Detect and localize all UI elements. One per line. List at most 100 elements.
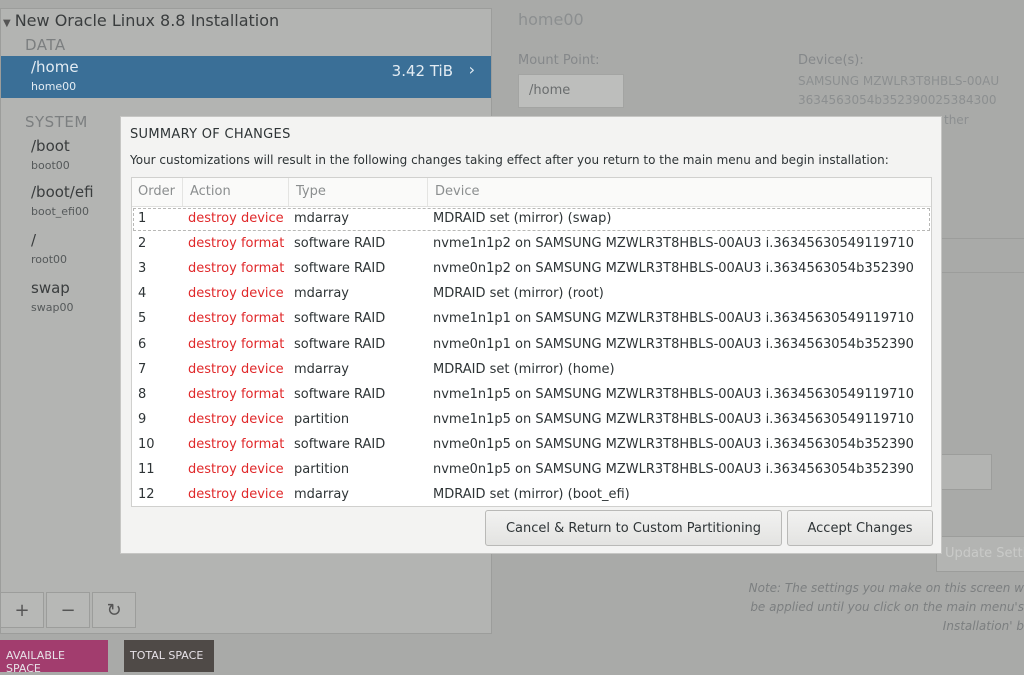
selected-device-title: home00 xyxy=(518,10,584,29)
column-separator xyxy=(182,178,183,206)
refresh-icon[interactable]: ↻ xyxy=(92,592,136,628)
table-row[interactable]: 5 destroy format software RAID nvme1n1p1 on… xyxy=(132,307,931,332)
mount-point-label: swap xyxy=(31,279,70,297)
mount-point-input[interactable]: /home xyxy=(518,74,624,108)
type-cell: software RAID xyxy=(294,261,386,277)
action-cell: destroy format xyxy=(188,386,285,402)
type-cell: software RAID xyxy=(294,311,386,327)
device-label: boot00 xyxy=(31,159,70,172)
note-line-3: Installation' b xyxy=(942,619,1024,633)
order-cell: 8 xyxy=(138,386,147,402)
device-cell: MDRAID set (mirror) (home) xyxy=(433,361,615,377)
device-name-text: SAMSUNG MZWLR3T8HBLS-00AU xyxy=(798,74,1000,88)
device-label: swap00 xyxy=(31,301,74,314)
device-cell: nvme1n1p5 on SAMSUNG MZWLR3T8HBLS-00AU3 … xyxy=(433,386,914,402)
cancel-return-button[interactable]: Cancel & Return to Custom Partitioning xyxy=(485,510,782,546)
mount-point-label: / xyxy=(31,231,37,249)
total-space-box: TOTAL SPACE xyxy=(124,640,214,672)
device-label: home00 xyxy=(31,80,77,93)
chevron-right-icon: › xyxy=(468,60,475,79)
action-cell: destroy format xyxy=(188,336,285,352)
type-cell: software RAID xyxy=(294,236,386,252)
note-line-1: Note: The settings you make on this scre… xyxy=(748,581,1024,595)
type-cell: partition xyxy=(294,462,350,477)
order-cell: 7 xyxy=(138,361,147,377)
action-cell: destroy device xyxy=(188,411,284,427)
add-mount-point-button[interactable]: + xyxy=(0,592,44,628)
note-line-2: be applied until you click on the main m… xyxy=(750,600,1024,614)
table-row[interactable]: 8 destroy format software RAID nvme1n1p5 on… xyxy=(132,383,931,408)
column-header-type[interactable]: Type xyxy=(296,184,326,199)
device-cell: nvme0n1p5 on SAMSUNG MZWLR3T8HBLS-00AU3 … xyxy=(433,462,914,477)
device-cell: MDRAID set (mirror) (swap) xyxy=(433,211,612,226)
device-label: root00 xyxy=(31,253,68,266)
column-header-order[interactable]: Order xyxy=(138,184,175,199)
action-cell: destroy device xyxy=(188,487,284,503)
accept-changes-button[interactable]: Accept Changes xyxy=(787,510,933,546)
device-serial-text: 3634563054b352390025384300 xyxy=(798,93,997,107)
action-cell: destroy device xyxy=(188,286,284,302)
dialog-description: Your customizations will result in the f… xyxy=(130,153,889,167)
action-cell: destroy format xyxy=(188,261,285,277)
action-cell: destroy device xyxy=(188,361,284,377)
order-cell: 2 xyxy=(138,236,147,252)
mount-point-label: /boot xyxy=(31,137,70,155)
table-row[interactable]: 6 destroy format software RAID nvme0n1p1 on… xyxy=(132,333,931,358)
order-cell: 1 xyxy=(138,211,147,226)
devices-label: Device(s): xyxy=(798,53,864,68)
device-label: boot_efi00 xyxy=(31,205,89,218)
table-row[interactable]: 12 destroy device mdarray MDRAID set (mirro… xyxy=(132,483,931,506)
installation-title: New Oracle Linux 8.8 Installation xyxy=(14,11,280,30)
table-row[interactable]: 11 destroy device partition nvme0n1p5 on SA… xyxy=(132,458,931,483)
mount-point-label: /home xyxy=(31,58,79,76)
data-category-label: DATA xyxy=(25,36,66,54)
order-cell: 3 xyxy=(138,261,147,277)
summary-of-changes-dialog: SUMMARY OF CHANGES Your customizations w… xyxy=(120,116,942,554)
divider xyxy=(938,238,1024,239)
order-cell: 6 xyxy=(138,336,147,352)
update-settings-button[interactable]: Update Setti xyxy=(936,536,1024,572)
type-cell: mdarray xyxy=(294,286,350,302)
collapse-triangle-icon: ▼ xyxy=(3,18,11,29)
table-row[interactable]: 2 destroy format software RAID nvme1n1p2 on… xyxy=(132,232,931,257)
device-cell: nvme0n1p5 on SAMSUNG MZWLR3T8HBLS-00AU3 … xyxy=(433,436,914,452)
table-row[interactable]: 1 destroy device mdarray MDRAID set (mirror… xyxy=(132,207,931,232)
table-row[interactable]: 3 destroy format software RAID nvme0n1p2 on… xyxy=(132,257,931,282)
type-cell: mdarray xyxy=(294,487,350,503)
type-cell: mdarray xyxy=(294,211,350,226)
device-cell: nvme0n1p1 on SAMSUNG MZWLR3T8HBLS-00AU3 … xyxy=(433,336,914,352)
mount-point-toolbar: + − ↻ xyxy=(0,592,138,628)
device-cell: nvme0n1p2 on SAMSUNG MZWLR3T8HBLS-00AU3 … xyxy=(433,261,914,277)
action-cell: destroy format xyxy=(188,311,285,327)
available-space-box: AVAILABLE SPACE xyxy=(0,640,108,675)
device-extra-text: ther xyxy=(944,113,969,127)
installation-header[interactable]: ▼ New Oracle Linux 8.8 Installation xyxy=(3,11,279,30)
type-cell: software RAID xyxy=(294,336,386,352)
remove-mount-point-button[interactable]: − xyxy=(46,592,90,628)
column-header-action[interactable]: Action xyxy=(190,184,231,199)
order-cell: 11 xyxy=(138,462,155,477)
column-separator xyxy=(288,178,289,206)
device-cell: MDRAID set (mirror) (root) xyxy=(433,286,604,302)
changes-table[interactable]: Order Action Type Device 1 destroy device… xyxy=(131,177,932,507)
mount-point-label: /boot/efi xyxy=(31,183,94,201)
device-cell: nvme1n1p5 on SAMSUNG MZWLR3T8HBLS-00AU3 … xyxy=(433,411,914,427)
order-cell: 5 xyxy=(138,311,147,327)
action-cell: destroy format xyxy=(188,436,285,452)
table-row[interactable]: 4 destroy device mdarray MDRAID set (mirror… xyxy=(132,282,931,307)
action-cell: destroy device xyxy=(188,462,284,477)
column-header-device[interactable]: Device xyxy=(435,184,479,199)
settings-field[interactable] xyxy=(940,454,992,490)
order-cell: 4 xyxy=(138,286,147,302)
table-row[interactable]: 9 destroy device partition nvme1n1p5 on SAM… xyxy=(132,408,931,433)
order-cell: 12 xyxy=(138,487,155,503)
order-cell: 9 xyxy=(138,411,147,427)
table-row[interactable]: 10 destroy format software RAID nvme0n1p5 o… xyxy=(132,433,931,458)
device-cell: nvme1n1p2 on SAMSUNG MZWLR3T8HBLS-00AU3 … xyxy=(433,236,914,252)
mount-row-home[interactable]: /home home00 3.42 TiB › xyxy=(1,56,491,98)
device-cell: MDRAID set (mirror) (boot_efi) xyxy=(433,487,630,503)
action-cell: destroy device xyxy=(188,211,284,226)
system-category-label: SYSTEM xyxy=(25,113,88,131)
table-row[interactable]: 7 destroy device mdarray MDRAID set (mirror… xyxy=(132,358,931,383)
column-separator xyxy=(427,178,428,206)
